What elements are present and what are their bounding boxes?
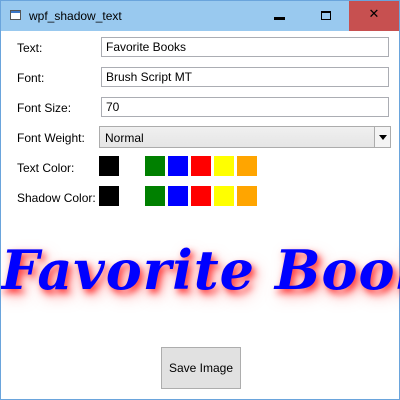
font-weight-value: Normal: [105, 131, 144, 145]
minimize-button[interactable]: [257, 1, 303, 31]
text-color-swatch-black[interactable]: [99, 156, 119, 176]
shadow-color-swatch-blue[interactable]: [168, 186, 188, 206]
shadow-text-preview: Favorite Books: [1, 226, 400, 326]
title-bar[interactable]: wpf_shadow_text ✕: [1, 1, 399, 31]
shadow-color-swatch-yellow[interactable]: [214, 186, 234, 206]
font-weight-select[interactable]: Normal: [99, 126, 391, 148]
text-color-swatch-yellow[interactable]: [214, 156, 234, 176]
save-image-button[interactable]: Save Image: [161, 347, 241, 389]
font-size-label: Font Size:: [17, 101, 72, 115]
shadow-color-swatch-red[interactable]: [191, 186, 211, 206]
maximize-button[interactable]: [303, 1, 349, 31]
font-size-input[interactable]: [101, 97, 389, 117]
text-color-label: Text Color:: [17, 161, 75, 175]
shadow-color-swatch-green[interactable]: [145, 186, 165, 206]
text-color-swatch-orange[interactable]: [237, 156, 257, 176]
shadow-color-swatch-orange[interactable]: [237, 186, 257, 206]
text-label: Text:: [17, 41, 43, 55]
minimize-icon: [274, 17, 285, 20]
font-label: Font:: [17, 71, 45, 85]
text-input[interactable]: [101, 37, 389, 57]
text-color-swatch-blue[interactable]: [168, 156, 188, 176]
maximize-icon: [321, 11, 331, 20]
app-icon: [10, 10, 21, 20]
text-color-swatch-green[interactable]: [145, 156, 165, 176]
close-button[interactable]: ✕: [349, 1, 399, 31]
chevron-down-icon[interactable]: [374, 127, 390, 147]
shadow-color-swatch-black[interactable]: [99, 186, 119, 206]
window-title: wpf_shadow_text: [29, 9, 122, 23]
app-window: wpf_shadow_text ✕ Text: Font: Font Size:…: [0, 0, 400, 400]
close-icon: ✕: [368, 7, 380, 22]
shadow-color-label: Shadow Color:: [17, 191, 96, 205]
font-weight-label: Font Weight:: [17, 131, 85, 145]
text-color-swatch-red[interactable]: [191, 156, 211, 176]
font-input[interactable]: [101, 67, 389, 87]
preview-text: Favorite Books: [1, 238, 400, 302]
